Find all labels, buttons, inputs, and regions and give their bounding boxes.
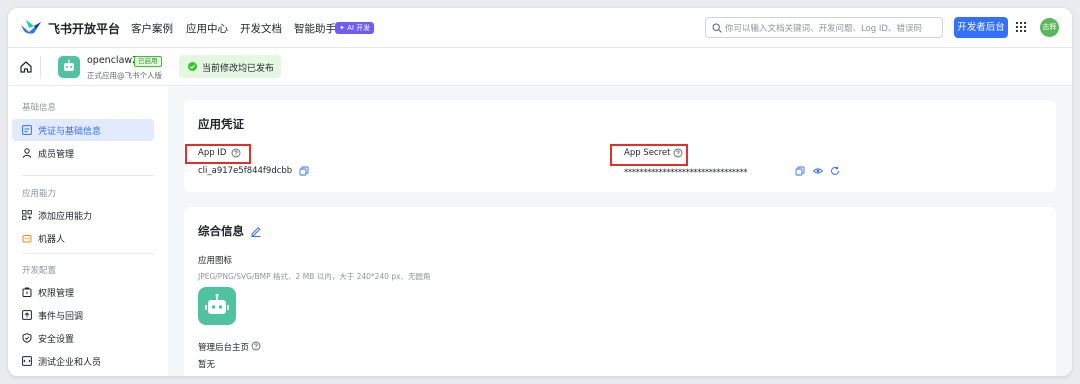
app-icon-hint: JPEG/PNG/SVG/BMP 格式、2 MB 以内，大于 240*240 p… bbox=[198, 272, 431, 281]
copy-icon[interactable] bbox=[795, 166, 805, 176]
app-id-value: cli_a917e5f844f9dcbb bbox=[198, 166, 293, 176]
app-name: openclaw2 bbox=[87, 55, 139, 66]
app-icon-preview[interactable] bbox=[198, 287, 236, 325]
credentials-title: 应用凭证 bbox=[198, 117, 244, 131]
nav-dev-docs[interactable]: 开发文档 bbox=[240, 21, 282, 36]
sidebar-divider bbox=[22, 253, 154, 254]
main-content: 应用凭证 App ID cli_a917e5f844f9dcbb App Sec… bbox=[168, 87, 1072, 376]
sidebar: 基础信息 凭证与基础信息 成员管理 应用能力 添加应用能力 机器人 开发配置 权… bbox=[8, 87, 168, 376]
robot-icon bbox=[22, 235, 32, 243]
search-icon bbox=[712, 23, 722, 33]
nav-ai-assistant[interactable]: 智能助手 bbox=[294, 21, 336, 36]
feishu-logo-icon[interactable] bbox=[20, 19, 42, 35]
shield-icon bbox=[22, 333, 32, 343]
sidebar-item-label: 凭证与基础信息 bbox=[38, 127, 102, 137]
nav-customer-cases[interactable]: 客户案例 bbox=[131, 21, 173, 36]
sidebar-item-label: 机器人 bbox=[38, 235, 66, 245]
sidebar-item-bot[interactable]: 机器人 bbox=[12, 227, 154, 249]
app-subtitle: 正式应用@飞书个人版 bbox=[87, 71, 162, 80]
nav-app-center[interactable]: 应用中心 bbox=[186, 21, 228, 36]
refresh-icon[interactable] bbox=[830, 166, 840, 176]
general-info-title: 综合信息 bbox=[198, 224, 244, 238]
user-icon bbox=[22, 148, 32, 158]
developer-console-button[interactable]: 开发者后台 bbox=[954, 17, 1008, 38]
admin-home-label: 管理后台主页 bbox=[198, 343, 250, 353]
search-placeholder: 你可以输入文档关键词、开发问题、Log ID、错误码 bbox=[725, 24, 922, 34]
sidebar-item-label: 测试企业和人员 bbox=[38, 358, 102, 368]
app-icon-label: 应用图标 bbox=[198, 256, 233, 266]
sidebar-item-events[interactable]: 事件与回调 bbox=[12, 304, 154, 326]
general-info-card: 综合信息 应用图标 JPEG/PNG/SVG/BMP 格式、2 MB 以内，大于… bbox=[184, 207, 1056, 376]
sidebar-item-label: 权限管理 bbox=[38, 289, 75, 299]
publish-status-pill: 当前修改均已发布 bbox=[179, 55, 281, 78]
app-id-label: App ID bbox=[198, 148, 227, 158]
help-circle-icon[interactable] bbox=[673, 148, 683, 158]
sidebar-group-basic: 基础信息 bbox=[22, 103, 57, 113]
header-divider bbox=[40, 56, 41, 78]
lock-icon bbox=[22, 287, 32, 297]
status-badge: 已启用 bbox=[134, 56, 162, 67]
event-callback-icon bbox=[22, 310, 32, 320]
app-robot-icon bbox=[58, 56, 80, 78]
sidebar-group-capabilities: 应用能力 bbox=[22, 189, 57, 199]
credential-card-icon bbox=[22, 125, 32, 135]
eye-icon[interactable] bbox=[813, 166, 823, 176]
add-grid-icon bbox=[22, 210, 32, 220]
home-icon[interactable] bbox=[19, 60, 33, 74]
sidebar-item-permissions[interactable]: 权限管理 bbox=[12, 281, 154, 303]
edit-pencil-icon[interactable] bbox=[250, 225, 262, 237]
test-users-icon bbox=[22, 356, 32, 366]
sidebar-divider bbox=[22, 175, 154, 176]
sidebar-item-test-tenants[interactable]: 测试企业和人员 bbox=[12, 350, 154, 372]
publish-status-text: 当前修改均已发布 bbox=[202, 64, 275, 74]
sidebar-item-label: 添加应用能力 bbox=[38, 212, 93, 222]
copy-icon[interactable] bbox=[299, 166, 309, 176]
sidebar-item-label: 安全设置 bbox=[38, 335, 75, 345]
app-header-bar: openclaw2 已启用 正式应用@飞书个人版 当前修改均已发布 bbox=[8, 48, 1072, 86]
sidebar-group-dev-config: 开发配置 bbox=[22, 266, 57, 276]
search-input[interactable]: 你可以输入文档关键词、开发问题、Log ID、错误码 bbox=[705, 17, 943, 38]
credentials-card: 应用凭证 App ID cli_a917e5f844f9dcbb App Sec… bbox=[184, 100, 1056, 192]
brand-title[interactable]: 飞书开放平台 bbox=[48, 20, 120, 37]
sidebar-item-members[interactable]: 成员管理 bbox=[12, 142, 154, 164]
app-secret-value: ******************************** bbox=[624, 168, 748, 178]
sidebar-item-add-capability[interactable]: 添加应用能力 bbox=[12, 204, 154, 226]
app-grid-icon[interactable] bbox=[1015, 21, 1027, 33]
robot-icon bbox=[205, 294, 229, 314]
sidebar-item-label: 成员管理 bbox=[38, 150, 75, 160]
browser-window: 飞书开放平台 客户案例 应用中心 开发文档 智能助手 ✦ AI 开发 你可以输入… bbox=[8, 8, 1072, 376]
user-avatar[interactable]: 志辉 bbox=[1040, 18, 1059, 37]
sidebar-item-label: 事件与回调 bbox=[38, 312, 84, 322]
help-circle-icon[interactable] bbox=[231, 148, 241, 158]
sidebar-item-credentials[interactable]: 凭证与基础信息 bbox=[12, 119, 154, 141]
sidebar-item-security[interactable]: 安全设置 bbox=[12, 327, 154, 349]
ai-dev-badge: ✦ AI 开发 bbox=[335, 22, 375, 34]
top-nav: 飞书开放平台 客户案例 应用中心 开发文档 智能助手 ✦ AI 开发 你可以输入… bbox=[8, 8, 1072, 48]
app-secret-label: App Secret bbox=[624, 148, 671, 158]
check-circle-icon bbox=[188, 62, 197, 71]
help-circle-icon[interactable] bbox=[251, 341, 261, 351]
admin-home-value: 暂无 bbox=[198, 360, 216, 370]
